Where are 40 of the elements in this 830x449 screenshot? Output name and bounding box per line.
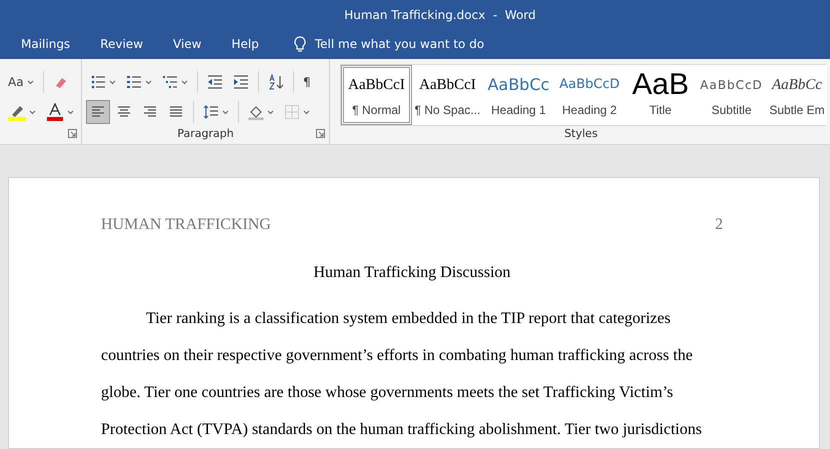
show-formatting-button[interactable]: ¶ (299, 70, 315, 94)
increase-indent-icon (233, 74, 249, 90)
caret-icon (267, 110, 274, 114)
numbered-list-icon (126, 74, 142, 90)
page-number: 2 (715, 216, 723, 234)
caret-icon (26, 80, 34, 84)
running-head: HUMAN TRAFFICKING (101, 216, 271, 234)
highlighter-icon (8, 103, 26, 121)
style-preset[interactable]: AaBbCcI ¶ Normal (341, 65, 412, 125)
align-button[interactable] (86, 100, 110, 124)
window-title: Human Trafficking.docx - Word (344, 8, 536, 22)
style-preset[interactable]: AaBbCc Subtle Em (767, 65, 827, 125)
ribbon-tab[interactable]: Mailings (21, 31, 70, 58)
caret-icon (109, 80, 116, 84)
line-spacing-icon (203, 104, 219, 120)
multilevel-list-icon (162, 74, 178, 90)
body-paragraph: Tier ranking is a classification system embedded in the TIP report that categorizes countries on their respective government’s efforts in combating human trafficking across the globe. Tier one countries are those whose governments meets the set Trafficking Victim’s Protection Act (TVPA) standards on the human trafficking abolishment. Tier two jurisdictions (101, 309, 703, 440)
caret-icon (181, 80, 188, 84)
caret-icon (145, 80, 152, 84)
document-title: Human Trafficking Discussion (313, 264, 511, 281)
caret-icon (29, 110, 36, 114)
bullet-list-icon (90, 74, 106, 90)
dialog-launcher-icon[interactable] (68, 129, 77, 138)
font-color-icon (46, 103, 64, 121)
ribbon-tab[interactable]: View (173, 31, 202, 58)
group-label: Styles (564, 127, 598, 140)
ribbon-tab[interactable]: Review (100, 31, 144, 58)
borders-icon (284, 104, 300, 120)
group-label: Paragraph (177, 127, 234, 140)
tell-me-field[interactable]: Tell me what you want to do (314, 37, 484, 52)
dialog-launcher-icon[interactable] (316, 129, 325, 138)
decrease-indent-icon (207, 74, 223, 90)
change-case-button[interactable]: Aa (4, 70, 38, 94)
paint-bucket-icon (248, 104, 264, 120)
caret-icon (67, 110, 74, 114)
lightbulb-icon (292, 36, 307, 53)
ribbon-tab[interactable]: Help (232, 31, 259, 58)
caret-icon (222, 110, 229, 114)
caret-icon (303, 110, 310, 114)
sort-icon (268, 74, 284, 90)
